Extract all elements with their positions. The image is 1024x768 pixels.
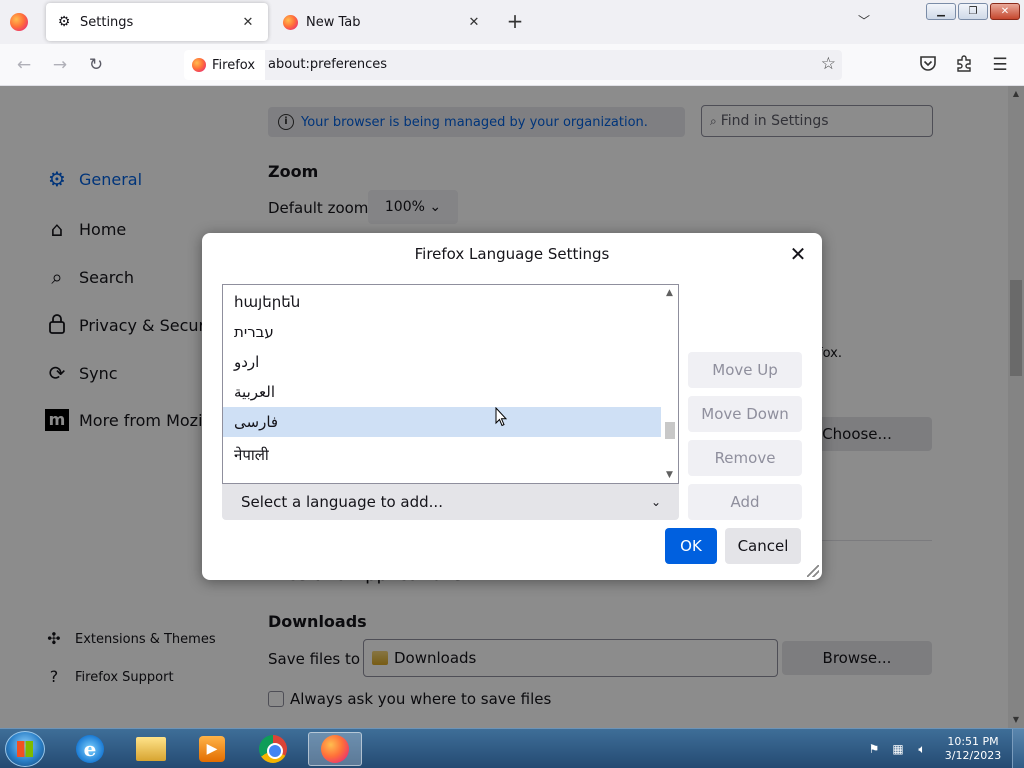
clock-date: 3/12/2023 (944, 749, 1002, 762)
firefox-icon (282, 14, 298, 30)
add-language-select[interactable]: Select a language to add... ⌄ (222, 484, 679, 520)
cancel-button[interactable]: Cancel (725, 528, 801, 564)
firefox-icon (192, 58, 206, 72)
chrome-icon (259, 735, 287, 763)
maximize-button[interactable]: ❐ (958, 3, 988, 20)
forward-arrow-icon[interactable]: → (48, 53, 72, 77)
scrollbar-thumb[interactable] (665, 422, 675, 439)
identity-box[interactable]: Firefox (184, 50, 266, 80)
scroll-up-arrow-icon[interactable]: ▲ (661, 285, 678, 301)
bookmark-star-icon[interactable]: ☆ (821, 54, 836, 74)
show-desktop-button[interactable] (1012, 729, 1024, 768)
close-tab-icon[interactable]: ✕ (464, 15, 484, 30)
list-all-tabs-icon[interactable]: ﹀ (854, 12, 874, 29)
chevron-down-icon: ⌄ (650, 495, 661, 509)
list-item[interactable]: հայերեն (223, 287, 661, 317)
close-tab-icon[interactable]: ✕ (238, 15, 258, 30)
pocket-icon[interactable] (917, 54, 939, 76)
new-tab-button[interactable]: + (503, 10, 527, 34)
url-bar[interactable]: Firefox about:preferences ☆ (184, 50, 842, 80)
taskbar-chrome[interactable] (246, 732, 300, 766)
firefox-icon (321, 735, 349, 763)
add-language-placeholder: Select a language to add... (241, 493, 443, 511)
resize-grip[interactable] (807, 565, 819, 577)
firefox-view-icon[interactable] (10, 13, 28, 31)
language-list[interactable]: հայերեն עברית اردو العربية فارسی नेपाली … (222, 284, 679, 484)
list-item[interactable]: עברית (223, 317, 661, 347)
start-button[interactable] (5, 731, 45, 767)
mouse-cursor-icon (495, 407, 507, 427)
taskbar-firefox[interactable] (308, 732, 362, 766)
gear-icon: ⚙ (57, 14, 71, 30)
ok-button[interactable]: OK (665, 528, 717, 564)
media-player-icon: ▶ (199, 736, 225, 762)
clock-time: 10:51 PM (947, 735, 999, 748)
list-item[interactable]: नेपाली (223, 440, 661, 470)
window-close-button[interactable]: ✕ (990, 3, 1020, 20)
language-list-scrollbar[interactable]: ▲ ▼ (661, 285, 678, 483)
tab-bar: ⚙ Settings ✕ New Tab ✕ + ﹀ ▁ ❐ ✕ (0, 0, 1024, 44)
volume-icon[interactable]: 🔈︎ (914, 741, 930, 757)
url-text[interactable]: about:preferences (268, 57, 387, 72)
list-item[interactable]: العربية (223, 377, 661, 407)
taskbar-file-explorer[interactable] (124, 732, 178, 766)
back-arrow-icon[interactable]: ← (12, 53, 36, 77)
taskbar-media-player[interactable]: ▶ (185, 732, 239, 766)
taskbar-internet-explorer[interactable]: e (63, 732, 117, 766)
network-icon[interactable]: ▦ (890, 741, 906, 757)
tab-settings[interactable]: ⚙ Settings ✕ (46, 3, 268, 41)
taskbar: e ▶ ⚑ ▦ 🔈︎ 10:51 PM 3/12/2023 (0, 728, 1024, 768)
identity-label: Firefox (212, 57, 256, 73)
list-item[interactable]: اردو (223, 347, 661, 377)
add-button[interactable]: Add (688, 484, 802, 520)
close-icon[interactable]: ✕ (786, 242, 810, 266)
action-center-flag-icon[interactable]: ⚑ (866, 741, 882, 757)
remove-button[interactable]: Remove (688, 440, 802, 476)
internet-explorer-icon: e (76, 735, 104, 763)
system-clock[interactable]: 10:51 PM 3/12/2023 (938, 735, 1008, 763)
tab-new-tab[interactable]: New Tab ✕ (272, 3, 494, 41)
hamburger-menu-icon[interactable]: ☰ (989, 54, 1011, 76)
file-explorer-icon (136, 737, 166, 761)
scroll-down-arrow-icon[interactable]: ▼ (661, 467, 678, 483)
tab-title: New Tab (306, 14, 361, 30)
language-settings-dialog: Firefox Language Settings ✕ հայերեն עברי… (202, 233, 822, 580)
move-up-button[interactable]: Move Up (688, 352, 802, 388)
extensions-puzzle-icon[interactable] (953, 54, 975, 76)
minimize-button[interactable]: ▁ (926, 3, 956, 20)
move-down-button[interactable]: Move Down (688, 396, 802, 432)
tab-title: Settings (80, 14, 134, 30)
windows-logo-icon (17, 741, 33, 757)
nav-bar: ← → ↻ Firefox about:preferences ☆ ☰ (0, 44, 1024, 86)
dialog-title: Firefox Language Settings (414, 245, 610, 263)
list-item-selected[interactable]: فارسی (223, 407, 661, 437)
reload-icon[interactable]: ↻ (84, 53, 108, 77)
